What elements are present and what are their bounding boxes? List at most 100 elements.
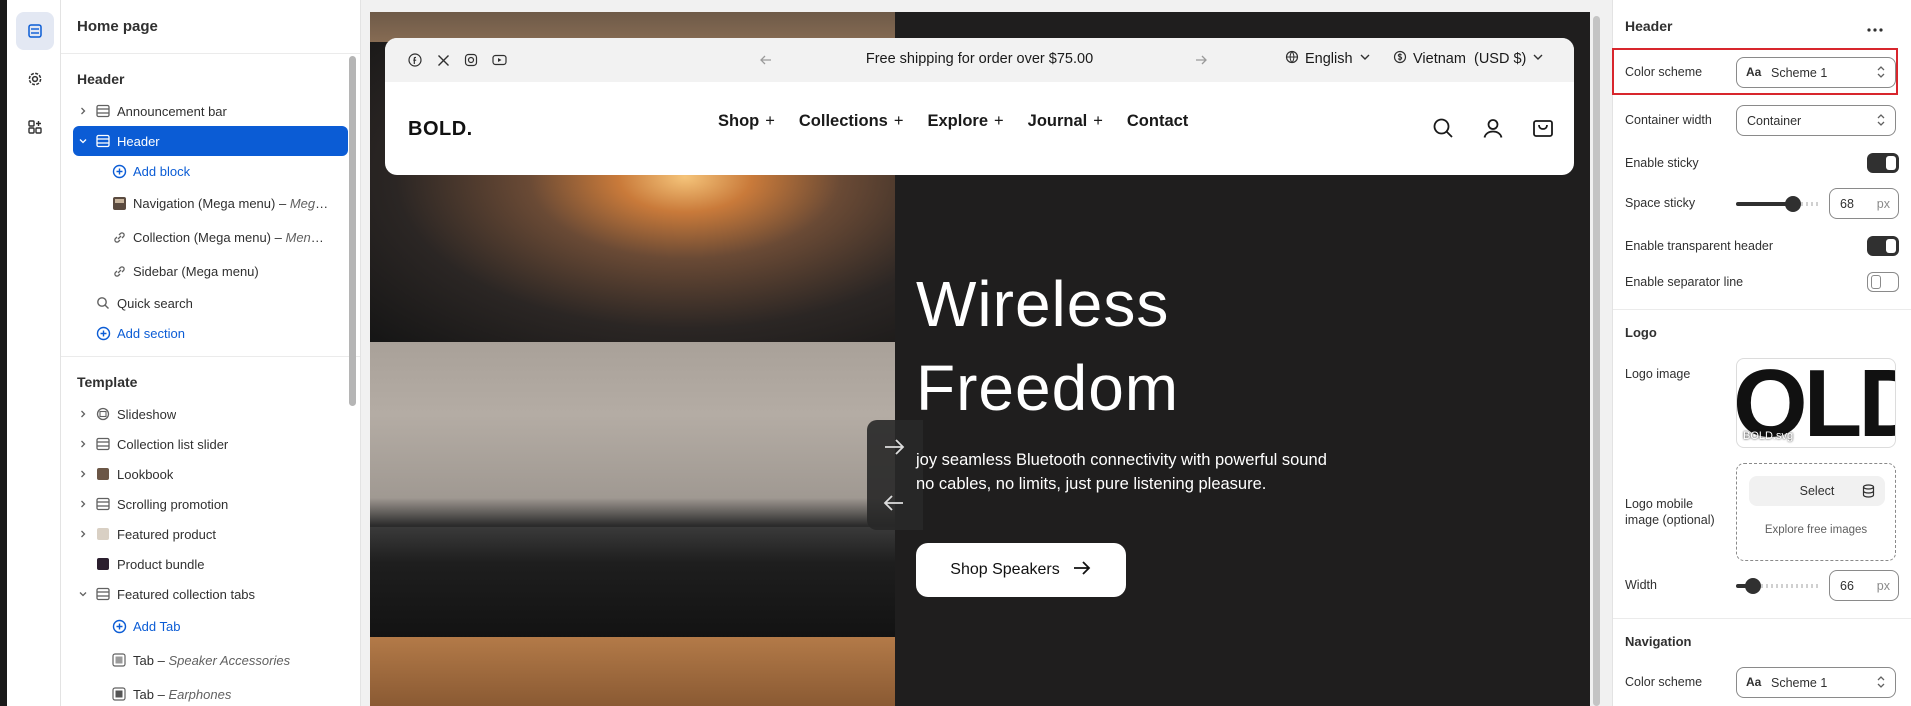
tree-item-slideshow[interactable]: Slideshow: [73, 399, 348, 429]
chevron-down-icon[interactable]: [78, 589, 88, 599]
tree-item-label: Featured collection tabs: [117, 586, 256, 602]
account-icon[interactable]: [1482, 117, 1504, 144]
store-logo[interactable]: BOLD.: [408, 118, 473, 141]
logo-image-thumbnail[interactable]: OLD BOLD.svg: [1736, 358, 1896, 448]
section-icon: [95, 496, 111, 512]
arrow-left-icon[interactable]: [883, 494, 905, 517]
tree-item-product-bundle[interactable]: Product bundle: [73, 549, 348, 579]
tree-item-lookbook[interactable]: Lookbook: [73, 459, 348, 489]
nav-item-shop[interactable]: Shop +: [718, 112, 775, 131]
nav-menu: Shop + Collections + Explore + Journal + Con…: [718, 112, 1188, 131]
nav-item-explore[interactable]: Explore +: [927, 112, 1003, 131]
nav-color-scheme-select[interactable]: Aa Scheme 1: [1736, 667, 1896, 698]
tree-item-collection-mega-menu[interactable]: Collection (Mega menu) – Menu ...: [73, 220, 348, 254]
tree-item-featured-product[interactable]: Featured product: [73, 519, 348, 549]
explore-free-images-link[interactable]: Explore free images: [1737, 524, 1895, 536]
image-icon: [95, 526, 111, 542]
image-icon: [95, 466, 111, 482]
space-sticky-input[interactable]: 68 px: [1829, 188, 1899, 219]
logo-mobile-dropzone: Select Explore free images: [1736, 463, 1896, 561]
link-icon: [111, 263, 127, 279]
separator-line-toggle[interactable]: [1867, 272, 1899, 292]
unit-label: px: [1876, 196, 1890, 211]
tree-item-label: Tab – Earphones: [133, 686, 232, 702]
tree-item-collection-list-slider[interactable]: Collection list slider: [73, 429, 348, 459]
nav-item-collections[interactable]: Collections +: [799, 112, 904, 131]
nav-color-scheme-setting: Color scheme Aa Scheme 1: [1625, 667, 1899, 698]
image-block-icon: [111, 195, 127, 211]
tree-item-scrolling-promotion[interactable]: Scrolling promotion: [73, 489, 348, 519]
tree-item-label: Product bundle: [117, 556, 205, 572]
hero-title-line: Freedom: [916, 352, 1180, 424]
shop-speakers-button[interactable]: Shop Speakers: [916, 543, 1126, 597]
scheme-swatch-icon: Aa: [1746, 675, 1762, 689]
chevron-right-icon[interactable]: [78, 499, 88, 509]
store-preview: Free shipping for order over $75.00 Engl…: [362, 0, 1612, 706]
sections-scrollbar[interactable]: [349, 56, 356, 406]
apps-icon[interactable]: [16, 108, 54, 146]
hero-subtitle-line: joy seamless Bluetooth connectivity with…: [916, 451, 1327, 469]
cart-icon[interactable]: [1532, 117, 1554, 144]
container-width-select[interactable]: Container: [1736, 105, 1896, 136]
section-icon: [95, 103, 111, 119]
add-block-button[interactable]: Add block: [73, 156, 348, 186]
select-arrows-icon: [1876, 674, 1886, 693]
color-scheme-setting: Color scheme Aa Scheme 1: [1625, 57, 1899, 88]
tree-item-tab-speaker-accessories[interactable]: Tab – Speaker Accessories: [73, 643, 348, 677]
add-section-button[interactable]: Add section: [73, 318, 348, 348]
shelf-image: [370, 637, 895, 706]
space-sticky-slider[interactable]: [1736, 196, 1820, 212]
chevron-right-icon[interactable]: [78, 469, 88, 479]
tree-item-tab-earphones[interactable]: Tab – Earphones: [73, 677, 348, 706]
preview-scrollbar[interactable]: [1591, 12, 1603, 706]
tree-item-sidebar-mega-menu[interactable]: Sidebar (Mega menu): [73, 254, 348, 288]
tree-item-label: Scrolling promotion: [117, 496, 229, 512]
tree-item-announcement-bar[interactable]: Announcement bar: [73, 96, 348, 126]
color-scheme-select[interactable]: Aa Scheme 1: [1736, 57, 1896, 88]
nav-item-contact[interactable]: Contact: [1127, 112, 1188, 131]
add-tab-button[interactable]: Add Tab: [73, 609, 348, 643]
language-selector[interactable]: English: [1285, 50, 1371, 68]
currency-selector[interactable]: Vietnam (USD $): [1393, 50, 1544, 68]
tree-item-label: Collection list slider: [117, 436, 229, 452]
sections-icon[interactable]: [16, 12, 54, 50]
enable-sticky-setting: Enable sticky: [1625, 153, 1899, 173]
logo-image-setting: Logo image OLD BOLD.svg: [1625, 358, 1899, 448]
tree-item-navigation-mega-menu[interactable]: Navigation (Mega menu) – Mega...: [73, 186, 348, 220]
plus-icon: +: [893, 112, 904, 130]
globe-icon: [1285, 50, 1299, 68]
slider-thumb[interactable]: [1745, 578, 1761, 594]
transparent-header-toggle[interactable]: [1867, 236, 1899, 256]
chevron-right-icon[interactable]: [78, 106, 88, 116]
logo-width-input[interactable]: 66 px: [1829, 570, 1899, 601]
store-header: Free shipping for order over $75.00 Engl…: [385, 38, 1574, 175]
hero-title-line: Wireless: [916, 268, 1170, 340]
enable-sticky-toggle[interactable]: [1867, 153, 1899, 173]
select-image-button[interactable]: Select: [1749, 476, 1885, 506]
chevron-down-icon[interactable]: [78, 136, 88, 146]
arrow-right-icon[interactable]: [1193, 52, 1209, 68]
arrow-right-icon[interactable]: [883, 438, 905, 461]
settings-icon[interactable]: [16, 60, 54, 98]
slider-thumb[interactable]: [1785, 196, 1801, 212]
chevron-right-icon[interactable]: [78, 409, 88, 419]
logo-width-slider[interactable]: [1736, 578, 1820, 594]
nav-item-journal[interactable]: Journal +: [1028, 112, 1103, 131]
input-value: 66: [1840, 578, 1854, 593]
tree-item-header[interactable]: Header: [73, 126, 348, 156]
search-icon[interactable]: [1432, 117, 1454, 144]
navigation-heading: Navigation: [1625, 634, 1692, 649]
chevron-right-icon[interactable]: [78, 529, 88, 539]
search-icon: [95, 295, 111, 311]
tree-item-quick-search[interactable]: Quick search: [73, 288, 348, 318]
plus-circle-icon: [111, 163, 127, 179]
settings-panel: Header Color scheme Aa Scheme 1 Containe…: [1612, 0, 1911, 706]
tree-item-featured-collection-tabs[interactable]: Featured collection tabs: [73, 579, 348, 609]
more-icon[interactable]: [1867, 20, 1883, 36]
preview-frame: Free shipping for order over $75.00 Engl…: [370, 12, 1590, 706]
transparent-header-setting: Enable transparent header: [1625, 236, 1899, 256]
slide-arrows: [867, 420, 923, 530]
tree-item-label: Announcement bar: [117, 103, 227, 119]
chevron-right-icon[interactable]: [78, 439, 88, 449]
plus-circle-icon: [95, 325, 111, 341]
